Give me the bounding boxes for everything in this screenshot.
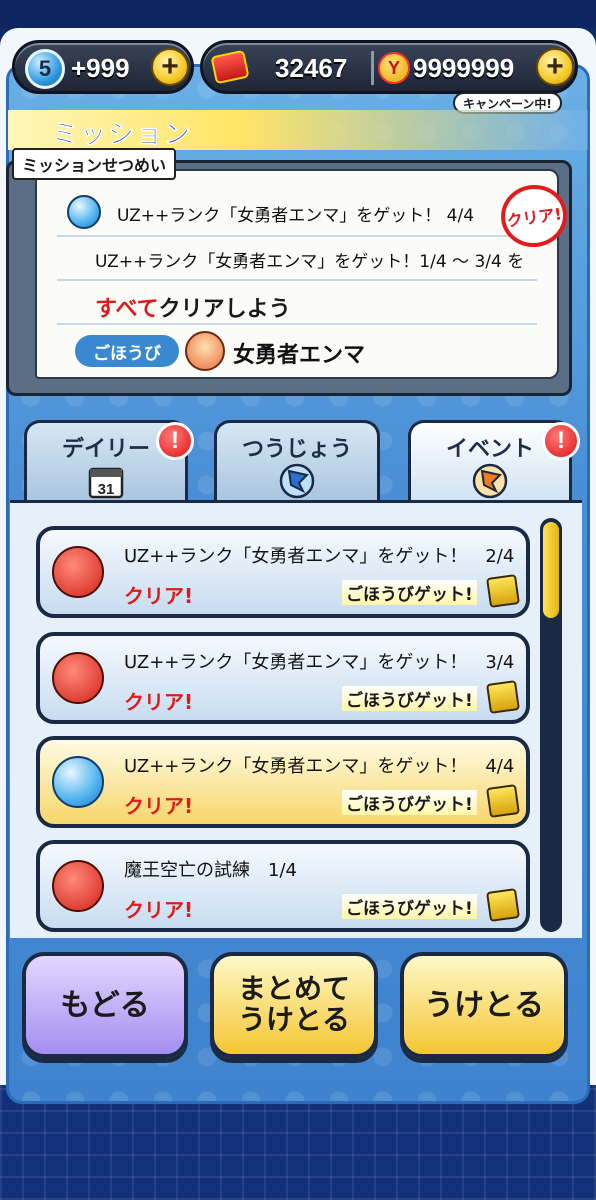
description-line-1: UZ++ランク「女勇者エンマ」をゲット！1/4 ～ 3/4 を — [95, 252, 525, 272]
currency-divider — [371, 51, 374, 85]
mission-title: UZ++ランク「女勇者エンマ」をゲット！ 4/4 — [124, 756, 515, 777]
mission-card-selected[interactable]: UZ++ランク「女勇者エンマ」をゲット！ 4/4 クリア! ごほうびゲット! — [36, 736, 530, 828]
back-button-label: もどる — [60, 987, 150, 1023]
scrollbar-thumb[interactable] — [543, 522, 559, 618]
description-emphasis: すべて — [95, 297, 159, 322]
reward-got-label: ごほうびゲット! — [342, 686, 477, 711]
orange-flag-icon — [472, 463, 508, 499]
gift-box-icon — [486, 680, 520, 714]
calendar-icon: 31 — [88, 467, 124, 499]
page-title: ミッション — [52, 120, 193, 151]
mission-clear-status: クリア! — [124, 794, 194, 818]
event-alert-badge: ! — [542, 422, 580, 460]
ycoin-icon: Y — [378, 52, 410, 84]
description-line-2: すべてクリアしよう — [95, 291, 291, 323]
receive-button-label: うけとる — [424, 987, 544, 1023]
description-page: UZ++ランク「女勇者エンマ」をゲット！ 4/4 UZ++ランク「女勇者エンマ」… — [35, 169, 571, 379]
ycoin-count: 9999999 — [413, 53, 515, 83]
description-rule — [57, 323, 537, 325]
gift-box-icon — [486, 574, 520, 608]
scrollbar[interactable] — [540, 518, 562, 932]
ticket-count: 32467 — [275, 53, 348, 83]
currency-bar: 32467 Y 9999999 + — [200, 40, 578, 94]
reward-got-label: ごほうびゲット! — [342, 790, 477, 815]
receive-all-button[interactable]: まとめて うけとる — [210, 952, 378, 1058]
soul-orb-icon — [52, 756, 104, 808]
enma-face-icon — [185, 331, 225, 371]
description-line-2-text: クリアしよう — [158, 297, 291, 322]
yokai-face-icon — [52, 652, 104, 704]
gift-box-icon — [486, 888, 520, 922]
svg-text:31: 31 — [98, 481, 115, 498]
stamina-value: +999 — [71, 53, 130, 83]
soul-orb-icon — [67, 195, 101, 229]
mission-title: UZ++ランク「女勇者エンマ」をゲット！ 3/4 — [124, 652, 515, 673]
yokai-face-icon — [52, 546, 104, 598]
add-stamina-button[interactable]: + — [151, 48, 189, 86]
receive-all-label-line2: うけとる — [237, 1003, 350, 1036]
mission-clear-status: クリア! — [124, 898, 194, 922]
reward-got-label: ごほうびゲット! — [342, 894, 477, 919]
clear-stamp: クリア! — [497, 180, 571, 252]
description-book: UZ++ランク「女勇者エンマ」をゲット！ 4/4 UZ++ランク「女勇者エンマ」… — [6, 160, 572, 396]
mission-clear-status: クリア! — [124, 690, 194, 714]
blue-flag-icon — [279, 463, 315, 499]
add-ycoin-button[interactable]: + — [536, 48, 574, 86]
description-rule — [57, 279, 537, 281]
reward-label: ごほうび — [75, 335, 179, 367]
mission-card[interactable]: 魔王空亡の試練 1/4 クリア! ごほうびゲット! — [36, 840, 530, 932]
mission-card[interactable]: UZ++ランク「女勇者エンマ」をゲット！ 2/4 クリア! ごほうびゲット! — [36, 526, 530, 618]
tab-label: つうじょう — [241, 437, 352, 462]
daily-alert-badge: ! — [156, 422, 194, 460]
description-caption: ミッションせつめい — [12, 148, 177, 180]
gift-box-icon — [486, 784, 520, 818]
mission-title: UZ++ランク「女勇者エンマ」をゲット！ 2/4 — [124, 546, 515, 567]
reward-got-label: ごほうびゲット! — [342, 580, 477, 605]
stamina-level-badge: 5 — [25, 49, 65, 89]
reward-name: 女勇者エンマ — [233, 343, 366, 368]
ticket-icon — [210, 49, 250, 85]
receive-button[interactable]: うけとる — [400, 952, 568, 1058]
receive-all-label-line1: まとめて — [237, 972, 350, 1006]
top-frame — [0, 0, 596, 28]
back-button[interactable]: もどる — [22, 952, 188, 1058]
stamina-bar: 5 +999 + — [12, 40, 194, 94]
mission-header: ミッション — [8, 110, 588, 150]
description-mission-title: UZ++ランク「女勇者エンマ」をゲット！ 4/4 — [117, 206, 475, 226]
description-rule — [57, 235, 537, 237]
mission-clear-status: クリア! — [124, 584, 194, 608]
mission-title: 魔王空亡の試練 1/4 — [124, 860, 297, 881]
mission-card[interactable]: UZ++ランク「女勇者エンマ」をゲット！ 3/4 クリア! ごほうびゲット! — [36, 632, 530, 724]
tab-normal[interactable]: つうじょう — [214, 420, 380, 502]
yokai-face-icon — [52, 860, 104, 912]
